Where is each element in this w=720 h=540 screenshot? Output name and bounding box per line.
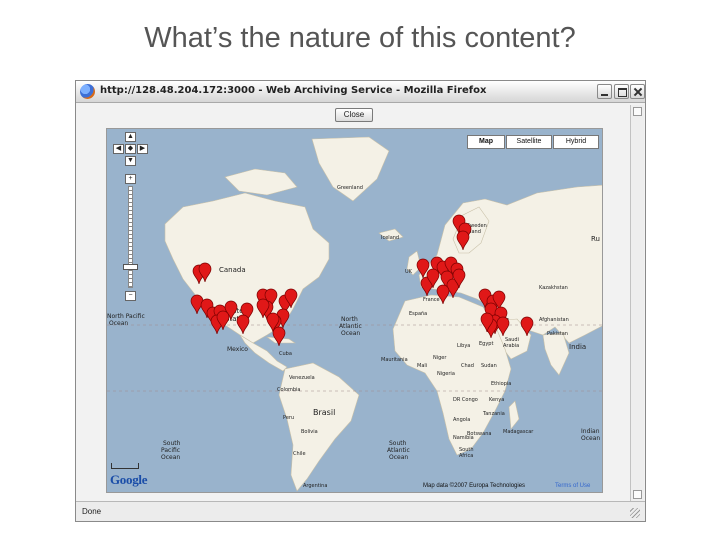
label-indian-ocean-2: Ocean [581,435,600,442]
scroll-down-arrow-icon[interactable] [633,490,642,499]
status-bar: Done [76,501,645,521]
zoom-out-button[interactable]: − [125,291,136,301]
label-south-pacific-3: Ocean [161,454,180,461]
label-sudan: Sudan [481,363,497,369]
label-greenland: Greenland [337,185,363,191]
resize-grip-icon[interactable] [630,508,640,518]
label-peru: Peru [283,415,294,421]
label-kazakhstan: Kazakhstan [539,285,568,291]
label-south-atlantic-3: Ocean [389,454,408,461]
label-bolivia: Bolivia [301,429,318,435]
browser-window: http://128.48.204.172:3000 - Web Archivi… [75,80,646,522]
label-botswana: Botswana [467,431,491,437]
label-kenya: Kenya [489,397,504,403]
label-pakistan: Pakistan [547,331,568,337]
map-type-map-button[interactable]: Map [467,135,505,149]
minimize-button[interactable] [597,84,612,99]
label-russia: Ru [591,235,600,243]
label-colombia: Colombia [277,387,301,393]
title-bar[interactable]: http://128.48.204.172:3000 - Web Archivi… [76,81,645,103]
label-france: France [423,297,440,303]
pan-right-button[interactable]: ▶ [137,144,148,154]
terms-of-use-link[interactable]: Terms of Use [555,483,590,489]
pan-left-button[interactable]: ◀ [113,144,124,154]
label-dr-congo: DR Congo [453,397,478,403]
label-north-atlantic-1: North [341,316,358,323]
label-saudi-arabia-2: Arabia [503,343,519,349]
label-north-pacific-2: Ocean [109,320,128,327]
world-map[interactable]: Greenland Iceland Canada North Pacific O… [107,129,603,493]
label-south-africa-2: Africa [459,453,473,459]
label-brasil: Brasil [313,408,335,417]
label-canada: Canada [219,266,246,274]
label-chile: Chile [293,451,306,457]
label-egypt: Egypt [479,341,493,347]
label-india: India [569,343,586,351]
map-type-satellite-button[interactable]: Satellite [506,135,552,149]
pan-center-button[interactable]: ◆ [125,144,136,154]
zoom-in-button[interactable]: + [125,174,136,184]
label-afghanistan: Afghanistan [539,317,569,323]
zoom-slider-track[interactable] [128,186,133,288]
label-cuba: Cuba [279,351,292,357]
label-north-atlantic-2: Atlantic [339,323,362,330]
label-south-atlantic-1: South [389,440,407,447]
label-venezuela: Venezuela [289,375,315,381]
label-mexico: Mexico [227,346,248,353]
label-chad: Chad [461,363,474,369]
label-mali: Mali [417,363,427,369]
close-button[interactable]: Close [335,108,373,122]
label-north-pacific-1: North Pacific [107,313,145,320]
google-logo[interactable]: Google [110,472,148,488]
label-iceland: Iceland [381,235,399,241]
window-close-button[interactable] [630,84,645,99]
label-niger: Niger [433,355,447,361]
label-angola: Angola [453,417,470,423]
label-madagascar: Madagascar [503,429,534,435]
map-data-attribution: Map data ©2007 Europa Technologies [423,483,526,489]
label-nigeria: Nigeria [437,371,455,377]
label-argentina: Argentina [303,483,327,489]
zoom-slider-handle[interactable] [123,264,138,270]
pan-up-button[interactable]: ▲ [125,132,136,142]
label-uk: UK [405,269,413,275]
window-title: http://128.48.204.172:3000 - Web Archivi… [100,85,487,96]
label-south-atlantic-2: Atlantic [387,447,410,454]
maximize-button[interactable] [614,84,629,99]
scroll-up-arrow-icon[interactable] [633,107,642,116]
map-view[interactable]: Greenland Iceland Canada North Pacific O… [106,128,603,493]
status-text: Done [82,507,102,516]
label-mauritania: Mauritania [381,357,408,363]
vertical-scrollbar[interactable] [630,105,644,501]
label-tanzania: Tanzania [482,411,505,417]
pan-down-button[interactable]: ▼ [125,156,136,166]
map-type-hybrid-button[interactable]: Hybrid [553,135,599,149]
label-south-pacific-1: South [163,440,181,447]
slide-title: What’s the nature of this content? [144,22,576,54]
label-indian-ocean-1: Indian [581,428,600,435]
label-ethiopia: Ethiopia [491,381,511,387]
label-espana: España [409,311,427,317]
scale-bar [111,463,139,469]
label-south-pacific-2: Pacific [161,447,180,454]
label-libya: Libya [457,343,470,349]
label-north-atlantic-3: Ocean [341,330,360,337]
firefox-icon [80,84,95,99]
